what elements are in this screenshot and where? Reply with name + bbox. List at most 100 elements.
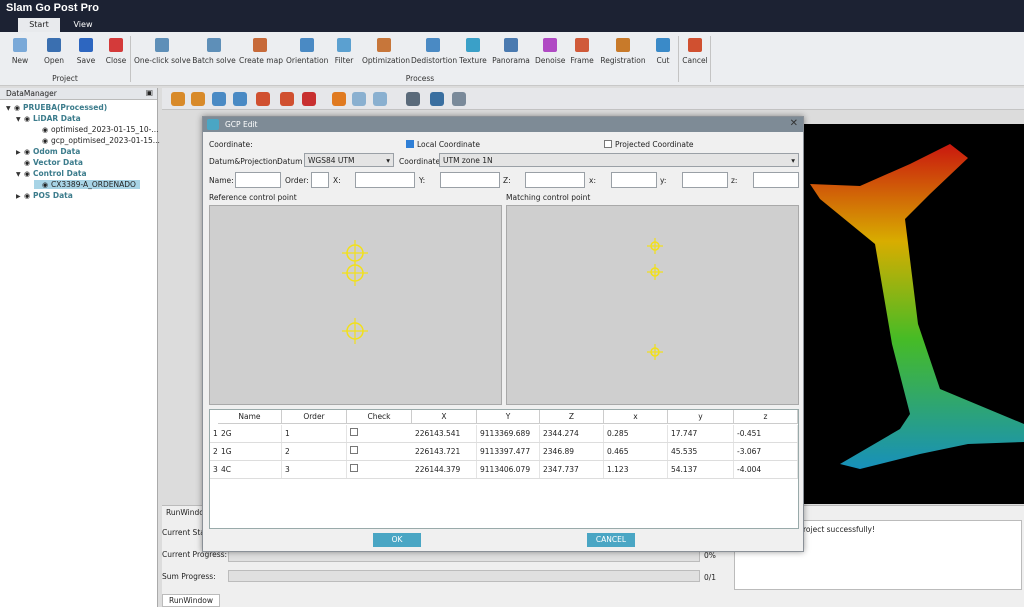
rotate-icon[interactable]	[256, 92, 270, 106]
table-row[interactable]: 3 4C 3 226144.379 9113406.079 2347.737 1.123 54…	[210, 461, 798, 479]
ok-button[interactable]: OK	[373, 533, 421, 547]
point-cloud-viewport[interactable]	[800, 124, 1024, 504]
column-header[interactable]: Order	[282, 410, 347, 424]
profile-icon[interactable]	[373, 92, 387, 106]
expander-icon[interactable]: ▼	[16, 116, 24, 123]
close-icon[interactable]: ✕	[790, 118, 798, 129]
table-cell: 226144.379	[412, 461, 477, 478]
ribbon-frame-button[interactable]: Frame	[570, 36, 594, 72]
check-checkbox[interactable]	[350, 464, 358, 472]
visibility-icon[interactable]: ◉	[24, 115, 33, 123]
visibility-icon[interactable]: ◉	[24, 192, 33, 200]
zoom-out-icon[interactable]	[191, 92, 205, 106]
ribbon-batch-solve-button[interactable]: Batch solve	[191, 36, 237, 72]
tree-item[interactable]: ◉ CX3389-A_ORDENADO	[34, 180, 140, 189]
expander-icon[interactable]: ▶	[16, 193, 24, 200]
control-point-marker-icon[interactable]	[342, 260, 368, 286]
tree-item[interactable]: ▼ ◉ Control Data	[16, 169, 87, 178]
name-input[interactable]	[235, 172, 281, 188]
column-header[interactable]: X	[412, 410, 477, 424]
column-header[interactable]: Y	[477, 410, 540, 424]
reference-control-point-view[interactable]	[209, 205, 502, 405]
local-z-input[interactable]	[753, 172, 799, 188]
ribbon-one-click-solve-button[interactable]: One-click solve	[134, 36, 191, 72]
pin-icon[interactable]: ▣	[146, 88, 153, 97]
tab-runwindow[interactable]: RunWindow	[162, 594, 220, 607]
tree-item[interactable]: ▼ ◉ PRUEBA(Processed)	[6, 103, 107, 112]
ribbon-save-button[interactable]: Save	[74, 36, 98, 72]
column-header[interactable]: Name	[218, 410, 282, 424]
tree-item[interactable]: ◉ Vector Data	[16, 158, 83, 167]
projected-coordinate-checkbox[interactable]	[604, 140, 612, 148]
tree-item[interactable]: ◉ gcp_optimised_2023-01-15...	[34, 136, 160, 145]
globe-icon[interactable]	[430, 92, 444, 106]
visibility-icon[interactable]: ◉	[24, 159, 33, 167]
paint-icon[interactable]	[406, 92, 420, 106]
texture-icon	[466, 38, 480, 52]
expander-icon[interactable]: ▼	[6, 105, 14, 112]
order-input[interactable]	[311, 172, 329, 188]
measure-icon[interactable]	[352, 92, 366, 106]
x-input[interactable]	[355, 172, 415, 188]
fit-view-icon[interactable]	[233, 92, 247, 106]
visibility-icon[interactable]: ◉	[24, 170, 33, 178]
print-icon[interactable]	[452, 92, 466, 106]
ribbon-filter-button[interactable]: Filter	[334, 36, 354, 72]
reset-icon[interactable]	[280, 92, 294, 106]
pan-icon[interactable]	[212, 92, 226, 106]
ribbon-dedistortion-button[interactable]: Dedistortion	[411, 36, 457, 72]
column-header[interactable]: y	[668, 410, 734, 424]
ribbon-new-button[interactable]: New	[8, 36, 32, 72]
ribbon-close-button[interactable]: Close	[104, 36, 128, 72]
control-point-marker-icon[interactable]	[647, 264, 663, 280]
ribbon-denoise-button[interactable]: Denoise	[535, 36, 565, 72]
local-x-input[interactable]	[611, 172, 657, 188]
ribbon-cancel-button[interactable]: Cancel	[682, 36, 708, 72]
matching-control-point-view[interactable]	[506, 205, 799, 405]
2d-view-icon[interactable]	[302, 92, 316, 106]
table-row[interactable]: 1 2G 1 226143.541 9113369.689 2344.274 0.285 17…	[210, 425, 798, 443]
expander-icon[interactable]: ▶	[16, 149, 24, 156]
visibility-icon[interactable]: ◉	[14, 104, 23, 112]
visibility-icon[interactable]: ◉	[42, 181, 51, 189]
control-point-marker-icon[interactable]	[647, 238, 663, 254]
column-header[interactable]: z	[734, 410, 798, 424]
table-row[interactable]: 2 1G 2 226143.721 9113397.477 2346.89 0.465 45.…	[210, 443, 798, 461]
y-input[interactable]	[440, 172, 500, 188]
z-input[interactable]	[525, 172, 585, 188]
local-coordinate-checkbox[interactable]	[406, 140, 414, 148]
ribbon-registration-button[interactable]: Registration	[600, 36, 646, 72]
tab-view[interactable]: View	[62, 18, 104, 32]
column-header[interactable]: x	[604, 410, 668, 424]
ribbon-orientation-button[interactable]: Orientation	[286, 36, 328, 72]
coordinate-system-select[interactable]: UTM zone 1N ▾	[439, 153, 799, 167]
check-checkbox[interactable]	[350, 446, 358, 454]
crosshair-icon[interactable]	[332, 92, 346, 106]
visibility-icon[interactable]: ◉	[42, 126, 51, 134]
ribbon-create-map-button[interactable]: Create map	[239, 36, 283, 72]
tree-item[interactable]: ▶ ◉ Odom Data	[16, 147, 80, 156]
local-y-input[interactable]	[682, 172, 728, 188]
cancel-button[interactable]: CANCEL	[587, 533, 635, 547]
visibility-icon[interactable]: ◉	[24, 148, 33, 156]
datum-projection-label: Datum&Projection:	[209, 157, 280, 166]
ribbon-label: Panorama	[492, 56, 530, 65]
tree-item[interactable]: ▶ ◉ POS Data	[16, 191, 73, 200]
tree-item[interactable]: ◉ optimised_2023-01-15_10-...	[34, 125, 159, 134]
zoom-in-icon[interactable]	[171, 92, 185, 106]
visibility-icon[interactable]: ◉	[42, 137, 51, 145]
column-header[interactable]: Check	[347, 410, 412, 424]
tab-start[interactable]: Start	[18, 18, 60, 32]
ribbon-optimization-button[interactable]: Optimization	[362, 36, 410, 72]
check-checkbox[interactable]	[350, 428, 358, 436]
ribbon-panorama-button[interactable]: Panorama	[492, 36, 530, 72]
ribbon-open-button[interactable]: Open	[42, 36, 66, 72]
expander-icon[interactable]: ▼	[16, 171, 24, 178]
datum-select[interactable]: WGS84 UTM ▾	[304, 153, 394, 167]
ribbon-texture-button[interactable]: Texture	[459, 36, 487, 72]
tree-item[interactable]: ▼ ◉ LiDAR Data	[16, 114, 81, 123]
control-point-marker-icon[interactable]	[647, 344, 663, 360]
column-header[interactable]: Z	[540, 410, 604, 424]
ribbon-cut-button[interactable]: Cut	[653, 36, 673, 72]
control-point-marker-icon[interactable]	[342, 318, 368, 344]
